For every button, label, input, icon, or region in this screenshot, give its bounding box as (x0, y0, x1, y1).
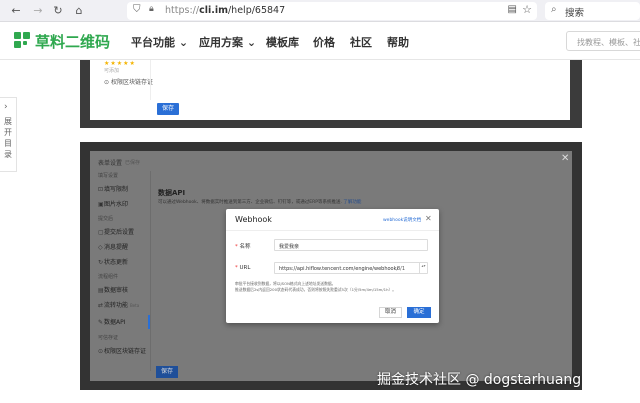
webhook-modal: Webhook webhook说明文档 ✕ * 名称 我爱我亲 * URL ht… (226, 209, 439, 323)
forward-icon[interactable]: → (31, 4, 45, 18)
nav-platform[interactable]: 平台功能 ⌄ (131, 34, 188, 50)
panel-title: 表单设置 (98, 160, 123, 167)
sidebar-item-notify: ◇消息提醒 (98, 244, 129, 251)
close-icon: ✕ (425, 214, 432, 223)
name-label: * 名称 (235, 244, 251, 250)
screenshot-form-settings-top: ★★★★★ 可添加 ⊙ 权限区块链存证 保存 (80, 60, 582, 128)
confirm-button: 确定 (407, 307, 431, 318)
faded-label: 可添加 (104, 68, 120, 74)
sidebar-item-blockchain: ⊙权限区块链存证 (98, 348, 147, 355)
chain-icon: ⊙ (104, 79, 110, 86)
webhook-docs-link: webhook说明文档 (383, 218, 422, 223)
expand-toc-tab[interactable]: › 展开目录 (0, 97, 17, 172)
cancel-button: 取消 (379, 307, 402, 318)
expand-toc-label: 展开目录 (4, 117, 12, 159)
modal-title: Webhook (235, 215, 272, 224)
search-icon: ⌕ (551, 4, 557, 15)
section-label: 提交后 (98, 216, 114, 222)
nav-community[interactable]: 社区 (350, 34, 372, 50)
address-bar[interactable]: ⛉ 🔒︎ https://cli.im/help/65847 ▤ ☆ (127, 2, 537, 20)
url-text: https://cli.im/help/65847 (165, 5, 286, 16)
sidebar-item-fill-limit: ⊡填写限制 (98, 186, 129, 193)
sidebar-item-flow: ⇄流转功能 Beta (98, 302, 140, 309)
divider (150, 60, 151, 100)
settings-panel: ★★★★★ 可添加 ⊙ 权限区块链存证 保存 (90, 60, 570, 120)
bookmark-star-icon[interactable]: ☆ (522, 3, 532, 16)
browser-search-input[interactable]: ⌕ 搜索 (545, 2, 640, 20)
panel-title-status: 已保存 (125, 160, 141, 166)
learn-more-link: 了解功能 (343, 200, 362, 205)
logo-icon[interactable] (14, 32, 31, 49)
back-icon[interactable]: ← (9, 4, 23, 18)
sidebar-item-review: ▤数据审核 (98, 287, 129, 294)
nav-help[interactable]: 帮助 (387, 34, 409, 50)
section-label: 流程组件 (98, 274, 119, 280)
save-button: 保存 (157, 103, 179, 115)
reload-icon[interactable]: ↻ (51, 4, 65, 18)
reader-view-icon[interactable]: ▤ (508, 4, 517, 15)
nav-solutions[interactable]: 应用方案 ⌄ (199, 34, 256, 50)
browser-search-placeholder: 搜索 (565, 8, 585, 19)
panel-divider (150, 171, 151, 371)
modal-divider (226, 230, 439, 231)
logo-text[interactable]: 草料二维码 (35, 31, 110, 52)
chevron-right-icon: › (4, 102, 8, 112)
stepper-icon: ▴▾ (419, 263, 427, 273)
browser-toolbar: ← → ↻ ⌂ ⛉ 🔒︎ https://cli.im/help/65847 ▤… (0, 0, 640, 22)
sidebar-item-data-api: ✎数据API (98, 319, 126, 326)
data-api-description: 可以通过Webhook、将数据实时推送到第三方、企业微信、钉钉等，或通过ERP等… (158, 200, 362, 205)
hint-text: 推送数据后2s内返回200状态码代表成功，否则将按照失败重试5次（1分/5m/4… (235, 287, 397, 292)
lock-icon[interactable]: 🔒︎ (149, 4, 154, 14)
shield-icon[interactable]: ⛉ (133, 4, 141, 15)
data-api-heading: 数据API (158, 189, 186, 197)
close-icon: ✕ (561, 153, 570, 164)
sidebar-item-watermark: ▣图片水印 (98, 201, 129, 208)
sidebar-item-status: ↻状态更新 (98, 259, 129, 266)
site-search-input[interactable]: 找教程、模板、社区 (566, 31, 640, 51)
chevron-down-icon: ⌄ (246, 36, 257, 49)
nav-templates[interactable]: 模板库 (266, 34, 299, 50)
stars-icon: ★★★★★ (104, 60, 136, 67)
watermark: 掘金技术社区 @ dogstarhuang (377, 372, 582, 388)
sidebar-item-blockchain: ⊙ 权限区块链存证 (104, 79, 153, 86)
chevron-down-icon: ⌄ (178, 36, 189, 49)
url-input: https://api.hiflow.tencent.com/engine/we… (274, 262, 428, 274)
section-label: 填写设置 (98, 173, 119, 179)
sidebar-item-after-submit: ▢提交后设置 (98, 229, 135, 236)
url-char-count: 8/1 (396, 266, 405, 272)
url-label: * URL (235, 265, 251, 271)
home-icon[interactable]: ⌂ (72, 4, 86, 18)
site-header: 草料二维码 平台功能 ⌄ 应用方案 ⌄ 模板库 价格 社区 帮助 找教程、模板、… (0, 22, 640, 60)
name-input: 我爱我亲 (274, 239, 428, 251)
section-label: 可信存证 (98, 335, 119, 341)
nav-pricing[interactable]: 价格 (313, 34, 335, 50)
save-button: 保存 (156, 366, 178, 378)
